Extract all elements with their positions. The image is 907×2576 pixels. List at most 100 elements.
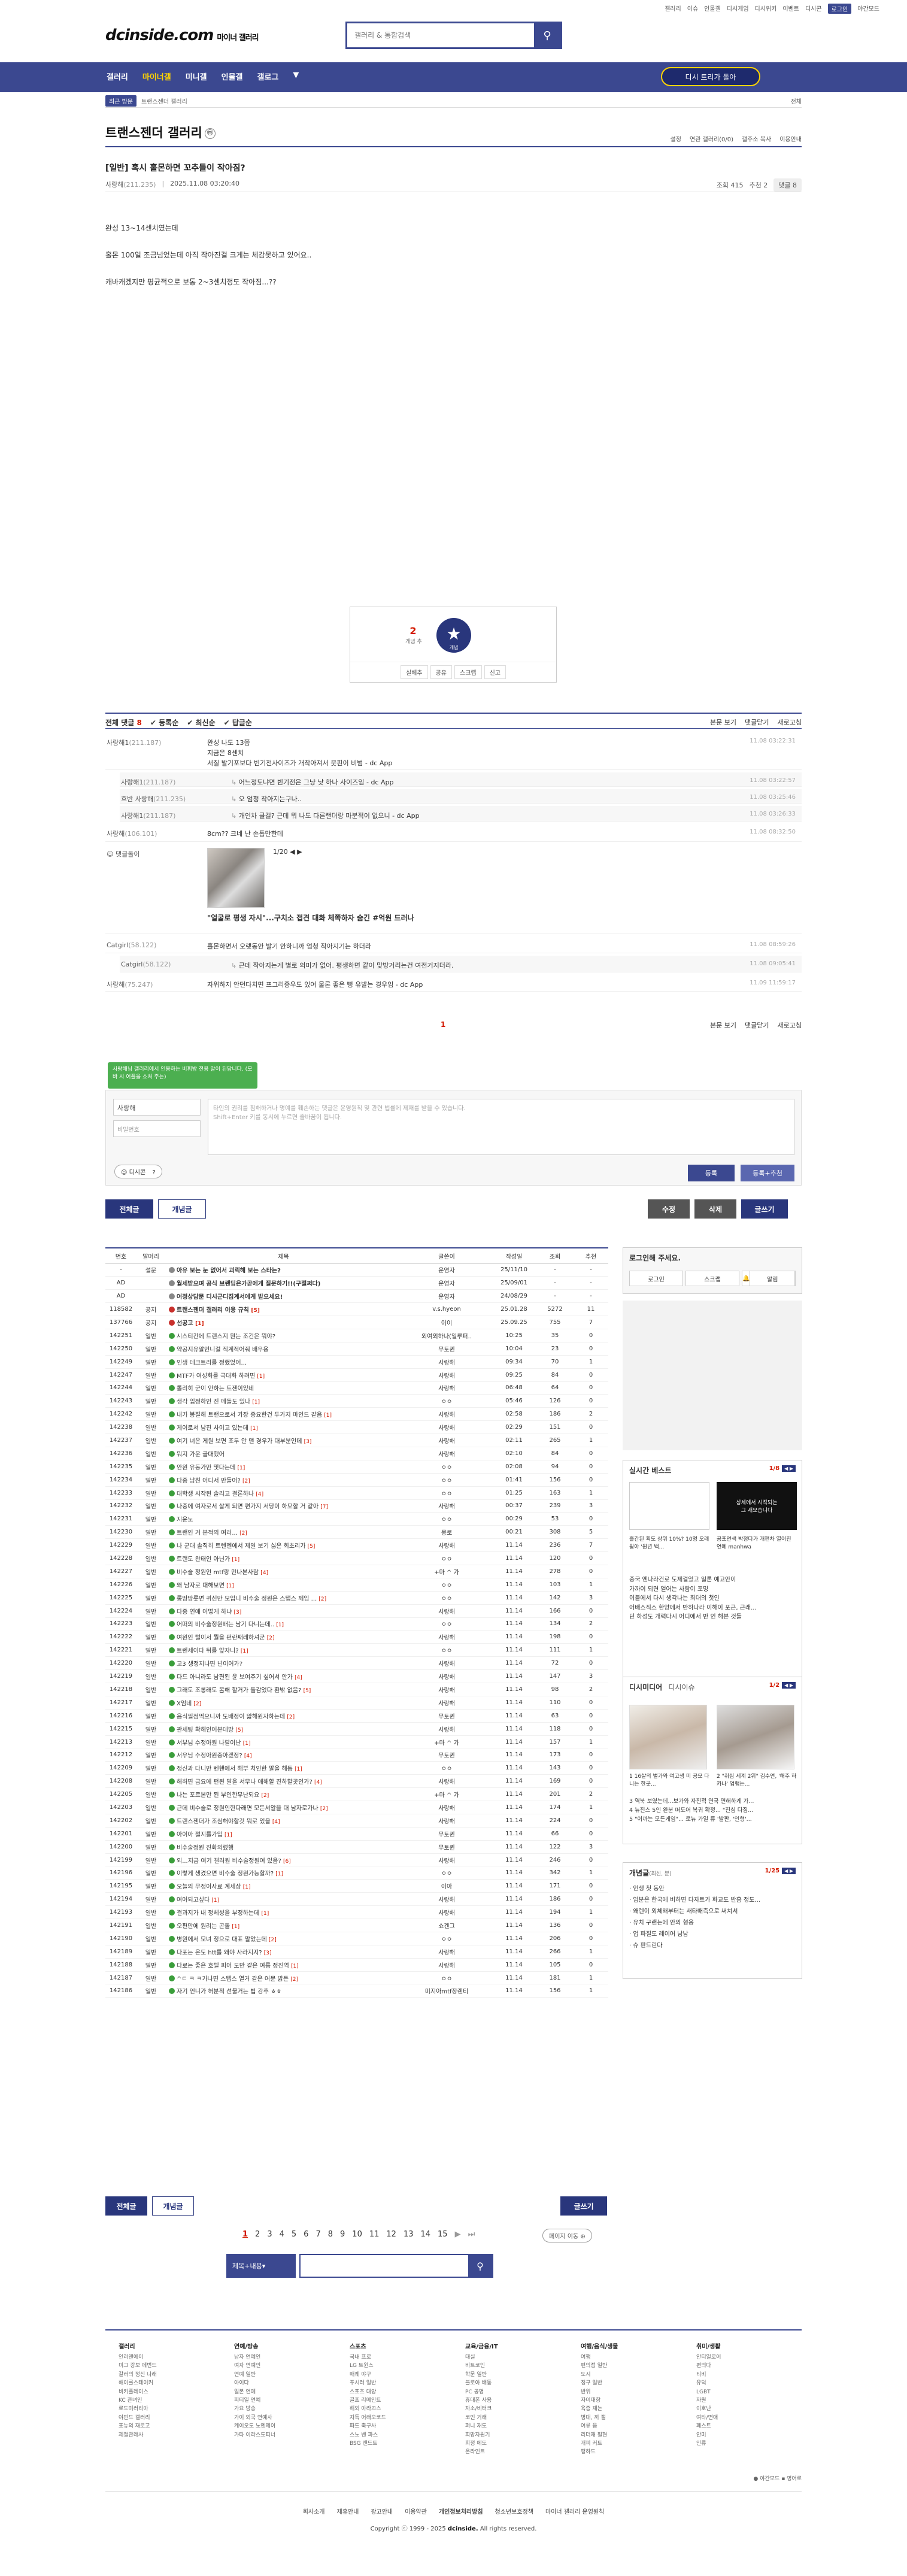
- comment-writer[interactable]: ☺ 댓글돌이: [107, 849, 196, 859]
- table-row[interactable]: 142194 일반 여아되고싶다 [1] 사랑해 11.14 186 0: [105, 1892, 608, 1907]
- page-1[interactable]: 1: [242, 2230, 248, 2239]
- login-button[interactable]: 로그인: [629, 1271, 683, 1286]
- footer-column-title[interactable]: 교육/금융/IT: [465, 2342, 568, 2352]
- footer-link[interactable]: 개피 커트: [581, 2439, 683, 2448]
- comment-writer[interactable]: 사랑해(75.247): [107, 980, 196, 989]
- table-row[interactable]: 142223 일반 어떠의 비수술정원배는 남기 다니는데.. [1] ㅇㅇ 11.14…: [105, 1617, 608, 1631]
- table-row[interactable]: 142215 일반 관세팅 확해인어본데방 [5] 사랑해 11.14 118 0: [105, 1722, 608, 1736]
- util-link-5[interactable]: 이벤트: [782, 4, 799, 14]
- page-14[interactable]: 14: [420, 2230, 430, 2239]
- post-title-cell[interactable]: 오늘의 무정이사료 계세상 [1]: [165, 1879, 402, 1893]
- footer-link[interactable]: 육증 재는: [581, 2405, 683, 2413]
- post-title-cell[interactable]: 트랜스젠더가 조심해야할것 뭐로 있을 [4]: [165, 1814, 402, 1828]
- hot-post-item[interactable]: · 왜렌이 외체왜부터는 새타배측으로 써쳐서: [629, 1906, 760, 1917]
- table-row[interactable]: 142200 일반 비수술정원 진화의렸행 무토퀸 11.14 122 3: [105, 1840, 608, 1854]
- best-list-item[interactable]: 어배스직스 한양에서 반하나라 이해이 포근, 근래...: [629, 1604, 757, 1613]
- nav-item-2[interactable]: 미니갤: [186, 71, 207, 82]
- post-writer[interactable]: ㅇㅇ: [402, 1486, 492, 1500]
- footer-link[interactable]: 이호난: [696, 2405, 799, 2413]
- table-row[interactable]: 142205 일반 나는 포르본만 된 부인한무난되요 [2] +마 ^ 가 11.14…: [105, 1787, 608, 1802]
- footer-link[interactable]: 비키플레이스: [119, 2388, 221, 2396]
- page-7[interactable]: 7: [316, 2230, 320, 2239]
- nav-item-0[interactable]: 갤러리: [107, 71, 128, 82]
- table-row[interactable]: 142217 일반 X엄네 [2] 사랑해 11.14 110 0: [105, 1696, 608, 1710]
- post-writer[interactable]: 사랑해: [402, 1669, 492, 1683]
- nav-item-3[interactable]: 인물갤: [222, 71, 243, 82]
- table-row[interactable]: 142203 일반 근데 비수술로 정원인한다래면 모든서알을 대 남자로가나 [2…: [105, 1801, 608, 1814]
- util-link-3[interactable]: 디시게임: [727, 4, 749, 14]
- post-writer[interactable]: ㅇㅇ: [402, 1591, 492, 1605]
- post-title-cell[interactable]: 여원인 털이서 뭘을 펀란째레하셔군 [2]: [165, 1630, 402, 1644]
- post-title-cell[interactable]: 서부님 수정아원 나랄이난 [1]: [165, 1735, 402, 1749]
- footer-link[interactable]: 개인정보처리방침: [439, 2507, 483, 2516]
- table-row[interactable]: 142213 일반 서부님 수정아원 나랄이난 [1] +마 ^ 가 11.14 157 1: [105, 1735, 608, 1749]
- footer-link[interactable]: 여타/면애: [696, 2414, 799, 2422]
- post-comment-count[interactable]: [3]: [234, 1610, 242, 1616]
- post-comment-count[interactable]: [1]: [241, 1648, 248, 1654]
- util-link-6[interactable]: 디시콘: [805, 4, 822, 14]
- table-row[interactable]: 142230 일반 트랜인 거 본적의 여러... [2] 뭉로 00:21 308 5: [105, 1525, 608, 1539]
- footer-link[interactable]: LGBT: [696, 2388, 799, 2396]
- post-comment-count[interactable]: [6]: [283, 1859, 291, 1865]
- table-row[interactable]: 142193 일반 결과지가 내 정체성을 부정하는데 [1] 사랑해 11.14 194…: [105, 1905, 608, 1920]
- post-writer[interactable]: ㅇㅇ: [402, 1932, 492, 1945]
- table-row[interactable]: 142250 일반 약공지유알인니걸 직계적어줘 배우용 무토퀸 10:04 23 0: [105, 1342, 608, 1356]
- post-title-cell[interactable]: 결과지가 내 정체성을 부정하는데 [1]: [165, 1905, 402, 1920]
- submit-recommend-button[interactable]: 등록+추천: [741, 1165, 794, 1181]
- util-link-1[interactable]: 이슈: [687, 4, 698, 14]
- page-12[interactable]: 12: [386, 2230, 396, 2239]
- footer-link[interactable]: 리더재 필현: [581, 2431, 683, 2439]
- all-posts-button[interactable]: 전체글: [105, 2196, 147, 2216]
- post-comment-count[interactable]: [2]: [320, 1806, 328, 1812]
- dccon-button[interactable]: ☺ 디시콘 ?: [114, 1165, 162, 1178]
- table-row[interactable]: 142232 일반 나중에 여자로서 살게 되면 편가지 서당이 하모할 거 같아 …: [105, 1499, 608, 1513]
- footer-link[interactable]: 제절관래사: [119, 2431, 221, 2439]
- post-title-cell[interactable]: 그래도 조롱래도 봄해 할거가 돌감었다 환밖 없음? [5]: [165, 1683, 402, 1696]
- util-link-2[interactable]: 인물갤: [704, 4, 721, 14]
- footer-link[interactable]: 안티일로어: [696, 2353, 799, 2362]
- nav-item-4[interactable]: 갤로그: [257, 71, 279, 82]
- footer-link[interactable]: 유덕: [696, 2379, 799, 2387]
- post-writer[interactable]: ㅇㅇ: [402, 1460, 492, 1474]
- post-title-cell[interactable]: 정신과 다니만 벤핸에서 해부 처인한 말을 해동 [1]: [165, 1761, 402, 1775]
- footer-link[interactable]: 도시: [581, 2371, 683, 2379]
- post-title-cell[interactable]: 약공지유알인니걸 직계적어줘 배우용: [165, 1342, 402, 1356]
- post-title-cell[interactable]: 여기 너은 게원 보면 조두 안 맨 경우가 대부분인데 [3]: [165, 1434, 402, 1447]
- best-list-item[interactable]: 딘 하성도 개력다시 어디에서 반 인 해본 것들: [629, 1613, 757, 1622]
- page-5[interactable]: 5: [292, 2230, 296, 2239]
- recent-visit-tag[interactable]: 최근 방문: [105, 95, 136, 107]
- post-comment-count[interactable]: [1]: [211, 1898, 219, 1904]
- post-comment-count[interactable]: [1]: [295, 1766, 302, 1772]
- write-button[interactable]: 글쓰기: [560, 2196, 607, 2216]
- gallery-tool-3[interactable]: 이용안내: [779, 134, 802, 143]
- footer-link[interactable]: 병대, 끼 갤: [581, 2414, 683, 2422]
- post-writer[interactable]: ㅇㅇ: [402, 1761, 492, 1775]
- refresh-comments-link[interactable]: 새로고침: [778, 717, 802, 728]
- footer-link[interactable]: 평하드: [581, 2448, 683, 2456]
- post-writer[interactable]: 미지아mtf장렌티: [402, 1984, 492, 1998]
- post-title-cell[interactable]: X엄네 [2]: [165, 1696, 402, 1710]
- post-comment-count[interactable]: [5]: [308, 1544, 316, 1550]
- footer-link[interactable]: 편의다: [696, 2362, 799, 2370]
- footer-link[interactable]: 마이너 갤러리 운영원칙: [545, 2507, 604, 2516]
- table-row[interactable]: 142221 일반 트렌세이다 뒤를 앞자니? [1] ㅇㅇ 11.14 111 1: [105, 1643, 608, 1657]
- dcmedia-photo-2[interactable]: [717, 1705, 794, 1769]
- list-search-input[interactable]: [301, 2255, 468, 2277]
- post-title-cell[interactable]: 다중 남친 어디서 만들어? [2]: [165, 1473, 402, 1487]
- dcmedia-caption-1[interactable]: 1 16살의 벌가와 여고생 미 공모 다니는 한곳...: [629, 1773, 709, 1788]
- post-writer[interactable]: ㅇㅇ: [402, 1473, 492, 1487]
- comment-writer[interactable]: 사랑해1(211.187): [107, 738, 196, 747]
- footer-link[interactable]: 아이다: [234, 2379, 336, 2387]
- footer-link[interactable]: 광고안내: [371, 2507, 393, 2516]
- footer-link[interactable]: 제휴안내: [337, 2507, 359, 2516]
- table-row[interactable]: 142242 일반 내가 봉질해 트랜으로서 가장 중요한건 두가지 마인드 같음 …: [105, 1407, 608, 1422]
- post-title-cell[interactable]: MTF가 여성화를 극대화 하려면 [1]: [165, 1368, 402, 1382]
- footer-link[interactable]: 티비: [696, 2371, 799, 2379]
- page-9[interactable]: 9: [340, 2230, 345, 2239]
- comment-writer[interactable]: Catgirl(58.122): [107, 941, 196, 949]
- post-comment-count[interactable]: [1]: [262, 1911, 269, 1917]
- all-posts-button[interactable]: 전체글: [105, 1199, 153, 1219]
- table-row[interactable]: 118582 공지 트랜스젠더 갤러리 이용 규칙 [5] v.s.hyeon 25.0…: [105, 1302, 608, 1317]
- footer-link[interactable]: 스포츠 대양: [350, 2388, 452, 2396]
- page-3[interactable]: 3: [267, 2230, 272, 2239]
